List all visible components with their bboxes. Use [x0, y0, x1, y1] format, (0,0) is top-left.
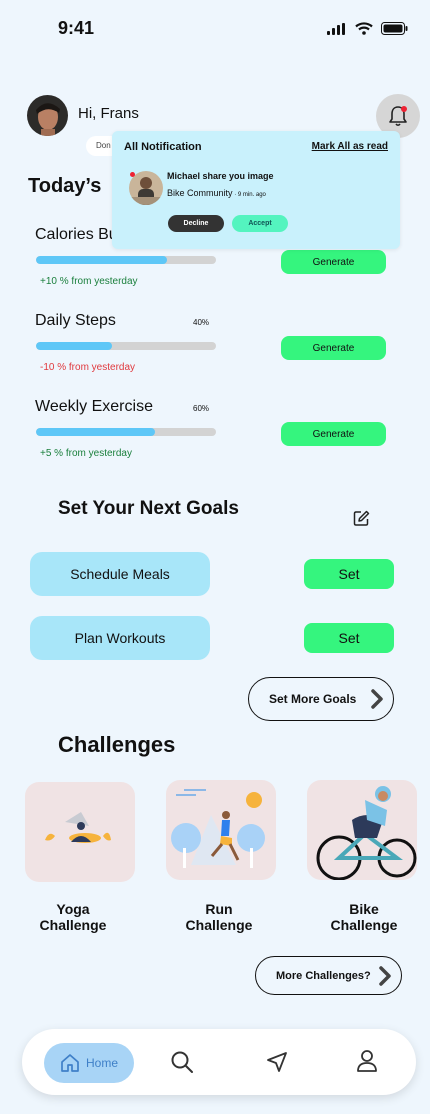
edit-icon — [353, 510, 370, 526]
percent-exercise: 60% — [193, 404, 210, 413]
challenge-label-bike-line1: Bike — [349, 901, 379, 917]
challenge-label-bike: Bike Challenge — [309, 901, 419, 933]
goals-title: Set Your Next Goals — [58, 498, 239, 519]
run-illustration — [171, 789, 265, 868]
metric-name-exercise: Weekly Exercise — [35, 398, 153, 415]
notification-time: 9 min. ago — [237, 192, 266, 198]
delta-exercise: +5 % from yesterday — [40, 448, 132, 459]
more-challenges-button[interactable]: More Challenges? — [255, 956, 402, 995]
greeting: Hi, Frans — [78, 105, 139, 122]
delta-calories: +10 % from yesterday — [40, 276, 138, 287]
challenge-label-run-line2: Challenge — [185, 917, 253, 933]
home-icon — [61, 1054, 79, 1072]
set-button-workouts[interactable]: Set — [304, 623, 394, 653]
popup-title: All Notification — [124, 141, 202, 153]
progress-fill-calories — [36, 256, 168, 264]
challenge-card-run[interactable] — [166, 780, 276, 880]
yoga-illustration — [45, 812, 111, 843]
challenge-label-yoga: Yoga Challenge — [18, 901, 128, 933]
more-challenges-label: More Challenges? — [276, 969, 371, 982]
progress-fill-exercise — [36, 428, 155, 436]
tab-profile[interactable] — [356, 1049, 378, 1078]
challenge-label-bike-line2: Challenge — [330, 917, 398, 933]
battery-icon — [381, 22, 408, 35]
challenges-title: Challenges — [58, 732, 176, 757]
bottom-tab-bar: Home — [22, 1029, 416, 1095]
profile-icon — [357, 1050, 377, 1072]
mark-all-read-link[interactable]: Mark All as read — [312, 141, 388, 152]
goal-plan-workouts[interactable]: Plan Workouts — [30, 616, 210, 660]
delta-steps: -10 % from yesterday — [40, 362, 136, 373]
navigate-icon — [267, 1052, 287, 1072]
search-icon — [171, 1051, 193, 1073]
progress-bar-calories — [36, 256, 216, 264]
set-more-goals-button[interactable]: Set More Goals — [248, 677, 394, 721]
metric-name-calories: Calories Bu — [35, 226, 118, 243]
percent-steps: 40% — [193, 318, 210, 327]
progress-bar-exercise — [36, 428, 216, 436]
today-title: Today’s — [28, 175, 102, 197]
unread-dot — [130, 172, 135, 177]
generate-button-calories[interactable]: Generate — [281, 250, 386, 274]
edit-goals-button[interactable] — [352, 509, 371, 533]
set-more-goals-label: Set More Goals — [269, 692, 357, 706]
metric-name-steps: Daily Steps — [35, 312, 116, 329]
set-button-meals[interactable]: Set — [304, 559, 394, 589]
signal-icon — [327, 22, 345, 35]
generate-button-exercise[interactable]: Generate — [281, 422, 386, 446]
challenge-label-run-line1: Run — [205, 901, 233, 917]
tab-navigate[interactable] — [265, 1050, 289, 1079]
decline-button[interactable]: Decline — [168, 215, 224, 232]
status-icons — [327, 22, 408, 35]
goal-schedule-meals[interactable]: Schedule Meals — [30, 552, 210, 596]
generate-button-steps[interactable]: Generate — [281, 336, 386, 360]
tab-search[interactable] — [170, 1050, 194, 1079]
wifi-icon — [355, 22, 373, 35]
notification-meta: Bike Community · 9 min. ago — [167, 188, 266, 198]
chevron-right-icon — [371, 689, 383, 709]
notification-popup: All Notification Mark All as read Michae… — [112, 131, 400, 249]
notification-message: Michael share you image — [167, 171, 274, 181]
notification-source: Bike Community — [167, 188, 233, 198]
tab-home-label: Home — [85, 1056, 118, 1070]
progress-fill-steps — [36, 342, 112, 350]
challenge-card-bike[interactable] — [307, 780, 417, 880]
progress-bar-steps — [36, 342, 216, 350]
challenge-card-yoga[interactable] — [25, 782, 135, 882]
challenge-label-yoga-line2: Challenge — [39, 917, 107, 933]
status-time: 9:41 — [58, 18, 95, 38]
accept-button[interactable]: Accept — [232, 215, 288, 232]
bike-illustration — [316, 786, 417, 880]
chevron-right-icon — [379, 965, 391, 986]
challenge-label-run: Run Challenge — [164, 901, 274, 933]
avatar[interactable] — [27, 95, 68, 136]
tab-home[interactable]: Home — [44, 1043, 134, 1083]
challenge-label-yoga-line1: Yoga — [56, 901, 90, 917]
notification-dot — [401, 106, 407, 112]
